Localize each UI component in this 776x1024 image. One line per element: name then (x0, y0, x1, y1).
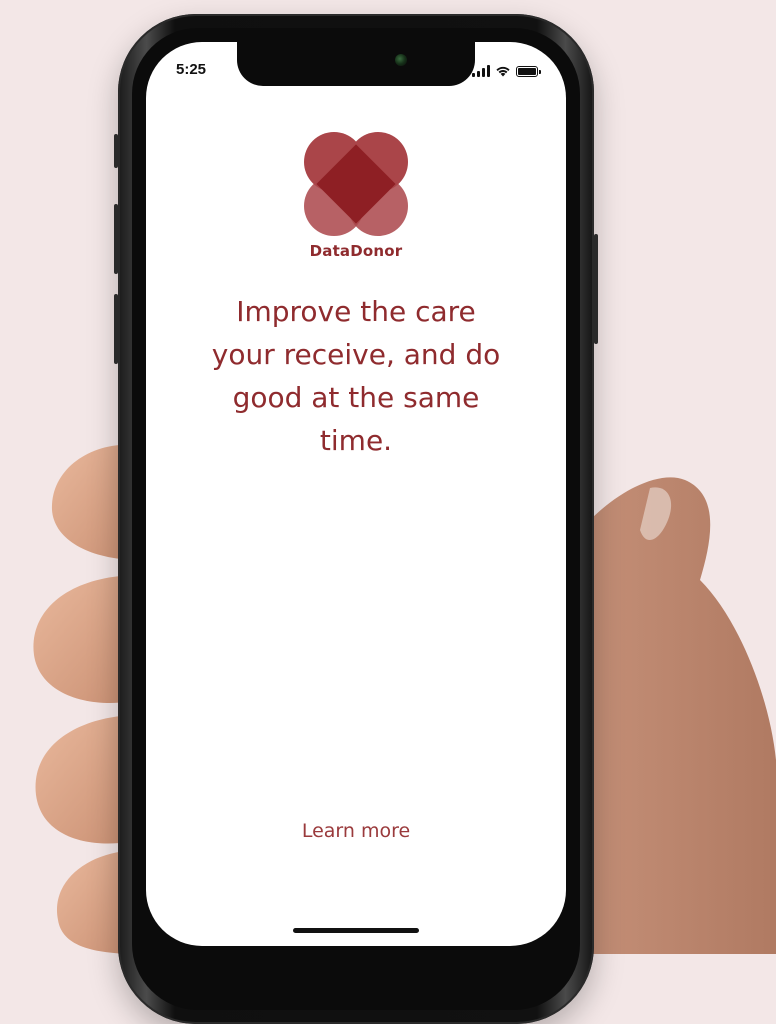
volume-down-button (114, 294, 118, 364)
notch (237, 42, 475, 86)
front-camera-icon (395, 54, 407, 66)
volume-up-button (114, 204, 118, 274)
power-button (594, 234, 598, 344)
mute-switch (114, 134, 118, 168)
battery-icon (516, 66, 541, 77)
brand-name: DataDonor (309, 242, 403, 260)
learn-more-link[interactable]: Learn more (146, 820, 566, 842)
phone-frame: 5:25 DataDonor Improve the care your rec… (114, 14, 598, 1024)
headline: Improve the care your receive, and do go… (211, 295, 501, 457)
heart-clover-logo-icon (304, 132, 408, 236)
status-time: 5:25 (176, 61, 207, 78)
cellular-signal-icon (472, 65, 490, 77)
home-indicator[interactable] (293, 928, 419, 933)
wifi-icon (496, 66, 510, 77)
app-screen: 5:25 DataDonor Improve the care your rec… (146, 42, 566, 946)
status-icons (472, 63, 541, 77)
